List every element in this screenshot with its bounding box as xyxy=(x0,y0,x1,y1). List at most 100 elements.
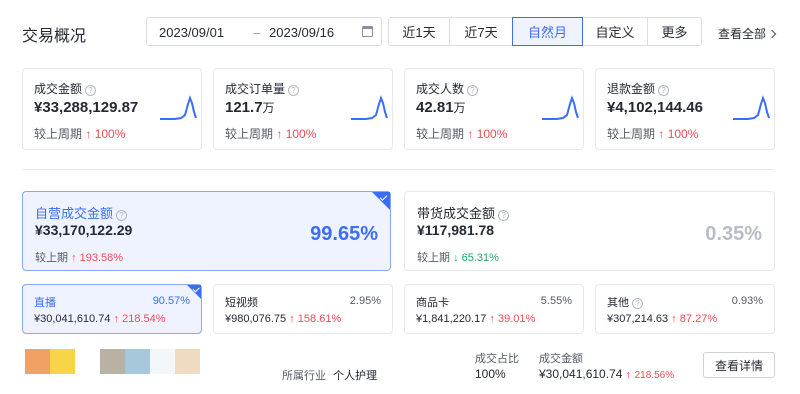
subchannel-share: 2.95% xyxy=(349,295,381,307)
arrow-up-icon: ↑ xyxy=(276,127,283,141)
channel-label-wrap: 自营成交金额? xyxy=(35,203,128,222)
range-option-month[interactable]: 自然月 xyxy=(512,17,583,46)
compare-change: 100% xyxy=(476,127,508,141)
metric-unit: 万 xyxy=(453,101,466,115)
channel-share: 99.65% xyxy=(310,223,378,245)
metric-compare: 较上周期 ↑ 100% xyxy=(607,125,698,142)
arrow-up-icon: ↑ xyxy=(671,313,677,325)
range-option-more[interactable]: 更多 xyxy=(647,17,702,46)
metric-number: ¥4,102,144.46 xyxy=(607,99,703,116)
section-divider xyxy=(22,169,774,170)
sparkline xyxy=(542,95,579,120)
metric-compare: 较上周期 ↑ 100% xyxy=(225,125,316,142)
swatch xyxy=(175,349,200,374)
subchannel-card-product[interactable]: 商品卡 5.55% ¥1,841,220.17 ↑ 39.01% xyxy=(404,284,584,334)
subchannel-change: 39.01% xyxy=(497,313,536,325)
view-detail-button[interactable]: 查看详情 xyxy=(703,352,775,378)
date-end[interactable]: 2023/09/16 xyxy=(269,25,334,40)
swatch xyxy=(100,349,125,374)
compare-label: 较上周期 xyxy=(225,127,274,141)
metric-label-wrap: 成交人数? xyxy=(416,80,479,97)
share-value: 100% xyxy=(475,367,506,381)
channel-card-self[interactable]: 自营成交金额? ¥33,170,122.29 99.65% 较上期 ↑ 193.… xyxy=(22,191,391,271)
subchannel-value-wrap: ¥1,841,220.17 ↑ 39.01% xyxy=(416,313,535,325)
channel-value: ¥33,170,122.29 xyxy=(35,222,133,238)
help-icon[interactable]: ? xyxy=(658,85,670,96)
date-range-picker[interactable]: 2023/09/01 – 2023/09/16 xyxy=(146,17,382,46)
compare-label: 较上期 xyxy=(35,252,68,264)
subchannel-card-other[interactable]: 其他? 0.93% ¥307,214.63 ↑ 87.27% xyxy=(595,284,775,334)
subchannel-card-video[interactable]: 短视频 2.95% ¥980,076.75 ↑ 158.61% xyxy=(213,284,393,334)
help-icon[interactable]: ? xyxy=(632,298,643,309)
metric-value: 42.81万 xyxy=(416,99,466,116)
compare-change: 100% xyxy=(285,127,317,141)
compare-label: 较上周期 xyxy=(607,127,656,141)
subchannel-label: 其他 xyxy=(607,297,629,309)
amount-value: ¥30,041,610.74 xyxy=(539,367,623,381)
channel-compare: 较上期 ↑ 193.58% xyxy=(35,249,123,265)
metric-label: 成交金额 xyxy=(34,82,83,96)
sparkline xyxy=(160,95,197,120)
date-start[interactable]: 2023/09/01 xyxy=(159,25,224,40)
channel-card-affiliate[interactable]: 带货成交金额? ¥117,981.78 0.35% 较上期 ↓ 65.31% xyxy=(404,191,775,271)
chevron-right-icon xyxy=(767,29,777,39)
selected-check-icon xyxy=(372,192,390,210)
range-option-1d[interactable]: 近1天 xyxy=(388,17,450,46)
subchannel-share: 90.57% xyxy=(152,295,190,307)
arrow-up-icon: ↑ xyxy=(625,369,632,381)
subchannel-value: ¥1,841,220.17 xyxy=(416,313,487,325)
arrow-up-icon: ↑ xyxy=(113,313,120,325)
compare-label: 较上期 xyxy=(417,252,450,264)
swatch xyxy=(50,349,75,374)
range-selector: 近1天 近7天 自然月 自定义 更多 xyxy=(388,17,702,46)
metric-label-wrap: 成交订单量? xyxy=(225,80,300,97)
metric-card-buyers[interactable]: 成交人数? 42.81万 较上周期 ↑ 100% xyxy=(404,68,584,150)
help-icon[interactable]: ? xyxy=(498,210,510,221)
channel-label: 带货成交金额 xyxy=(417,206,496,221)
swatch xyxy=(25,349,50,374)
compare-label: 较上周期 xyxy=(34,127,83,141)
subchannel-value: ¥980,076.75 xyxy=(225,313,287,325)
arrow-up-icon: ↑ xyxy=(71,252,77,264)
calendar-icon[interactable] xyxy=(362,26,373,37)
range-option-custom[interactable]: 自定义 xyxy=(582,17,648,46)
subchannel-card-live[interactable]: 直播 90.57% ¥30,041,610.74 ↑ 218.54% xyxy=(22,284,202,334)
view-all-link[interactable]: 查看全部 xyxy=(718,25,777,42)
swatch xyxy=(125,349,150,374)
range-option-7d[interactable]: 近7天 xyxy=(449,17,513,46)
metric-label: 退款金额 xyxy=(607,82,656,96)
metric-number: 42.81 xyxy=(416,99,454,116)
help-icon[interactable]: ? xyxy=(116,210,128,221)
metric-number: ¥33,288,129.87 xyxy=(34,99,139,116)
help-icon[interactable]: ? xyxy=(85,85,97,96)
share-label: 成交占比 xyxy=(475,353,519,365)
metric-card-orders[interactable]: 成交订单量? 121.7万 较上周期 ↑ 100% xyxy=(213,68,393,150)
metric-card-gmv[interactable]: 成交金额? ¥33,288,129.87 较上周期 ↑ 100% xyxy=(22,68,202,150)
channel-label-wrap: 带货成交金额? xyxy=(417,203,510,222)
metric-number: 121.7 xyxy=(225,99,263,116)
channel-compare: 较上期 ↓ 65.31% xyxy=(417,249,499,265)
sparkline xyxy=(351,95,388,120)
metric-value: ¥4,102,144.46 xyxy=(607,99,703,116)
subchannel-value-wrap: ¥30,041,610.74 ↑ 218.54% xyxy=(34,313,166,325)
metric-compare: 较上周期 ↑ 100% xyxy=(416,125,507,142)
help-icon[interactable]: ? xyxy=(288,85,300,96)
subchannel-label: 商品卡 xyxy=(416,297,449,309)
help-icon[interactable]: ? xyxy=(467,85,479,96)
subchannel-value: ¥30,041,610.74 xyxy=(34,313,111,325)
arrow-up-icon: ↑ xyxy=(467,127,474,141)
subchannel-value-wrap: ¥307,214.63 ↑ 87.27% xyxy=(607,313,717,325)
subchannel-share: 5.55% xyxy=(540,295,572,307)
metric-value: ¥33,288,129.87 xyxy=(34,99,138,116)
metric-compare: 较上周期 ↑ 100% xyxy=(34,125,125,142)
compare-change: 65.31% xyxy=(461,252,499,264)
arrow-up-icon: ↑ xyxy=(85,127,92,141)
metric-card-refund[interactable]: 退款金额? ¥4,102,144.46 较上周期 ↑ 100% xyxy=(595,68,775,150)
arrow-up-icon: ↑ xyxy=(289,313,295,325)
compare-change: 193.58% xyxy=(79,252,124,264)
page-title: 交易概况 xyxy=(22,28,87,45)
amount-change: 218.56% xyxy=(634,370,675,381)
amount-label: 成交金额 xyxy=(539,353,583,365)
arrow-up-icon: ↑ xyxy=(658,127,665,141)
arrow-up-icon: ↑ xyxy=(489,313,495,325)
